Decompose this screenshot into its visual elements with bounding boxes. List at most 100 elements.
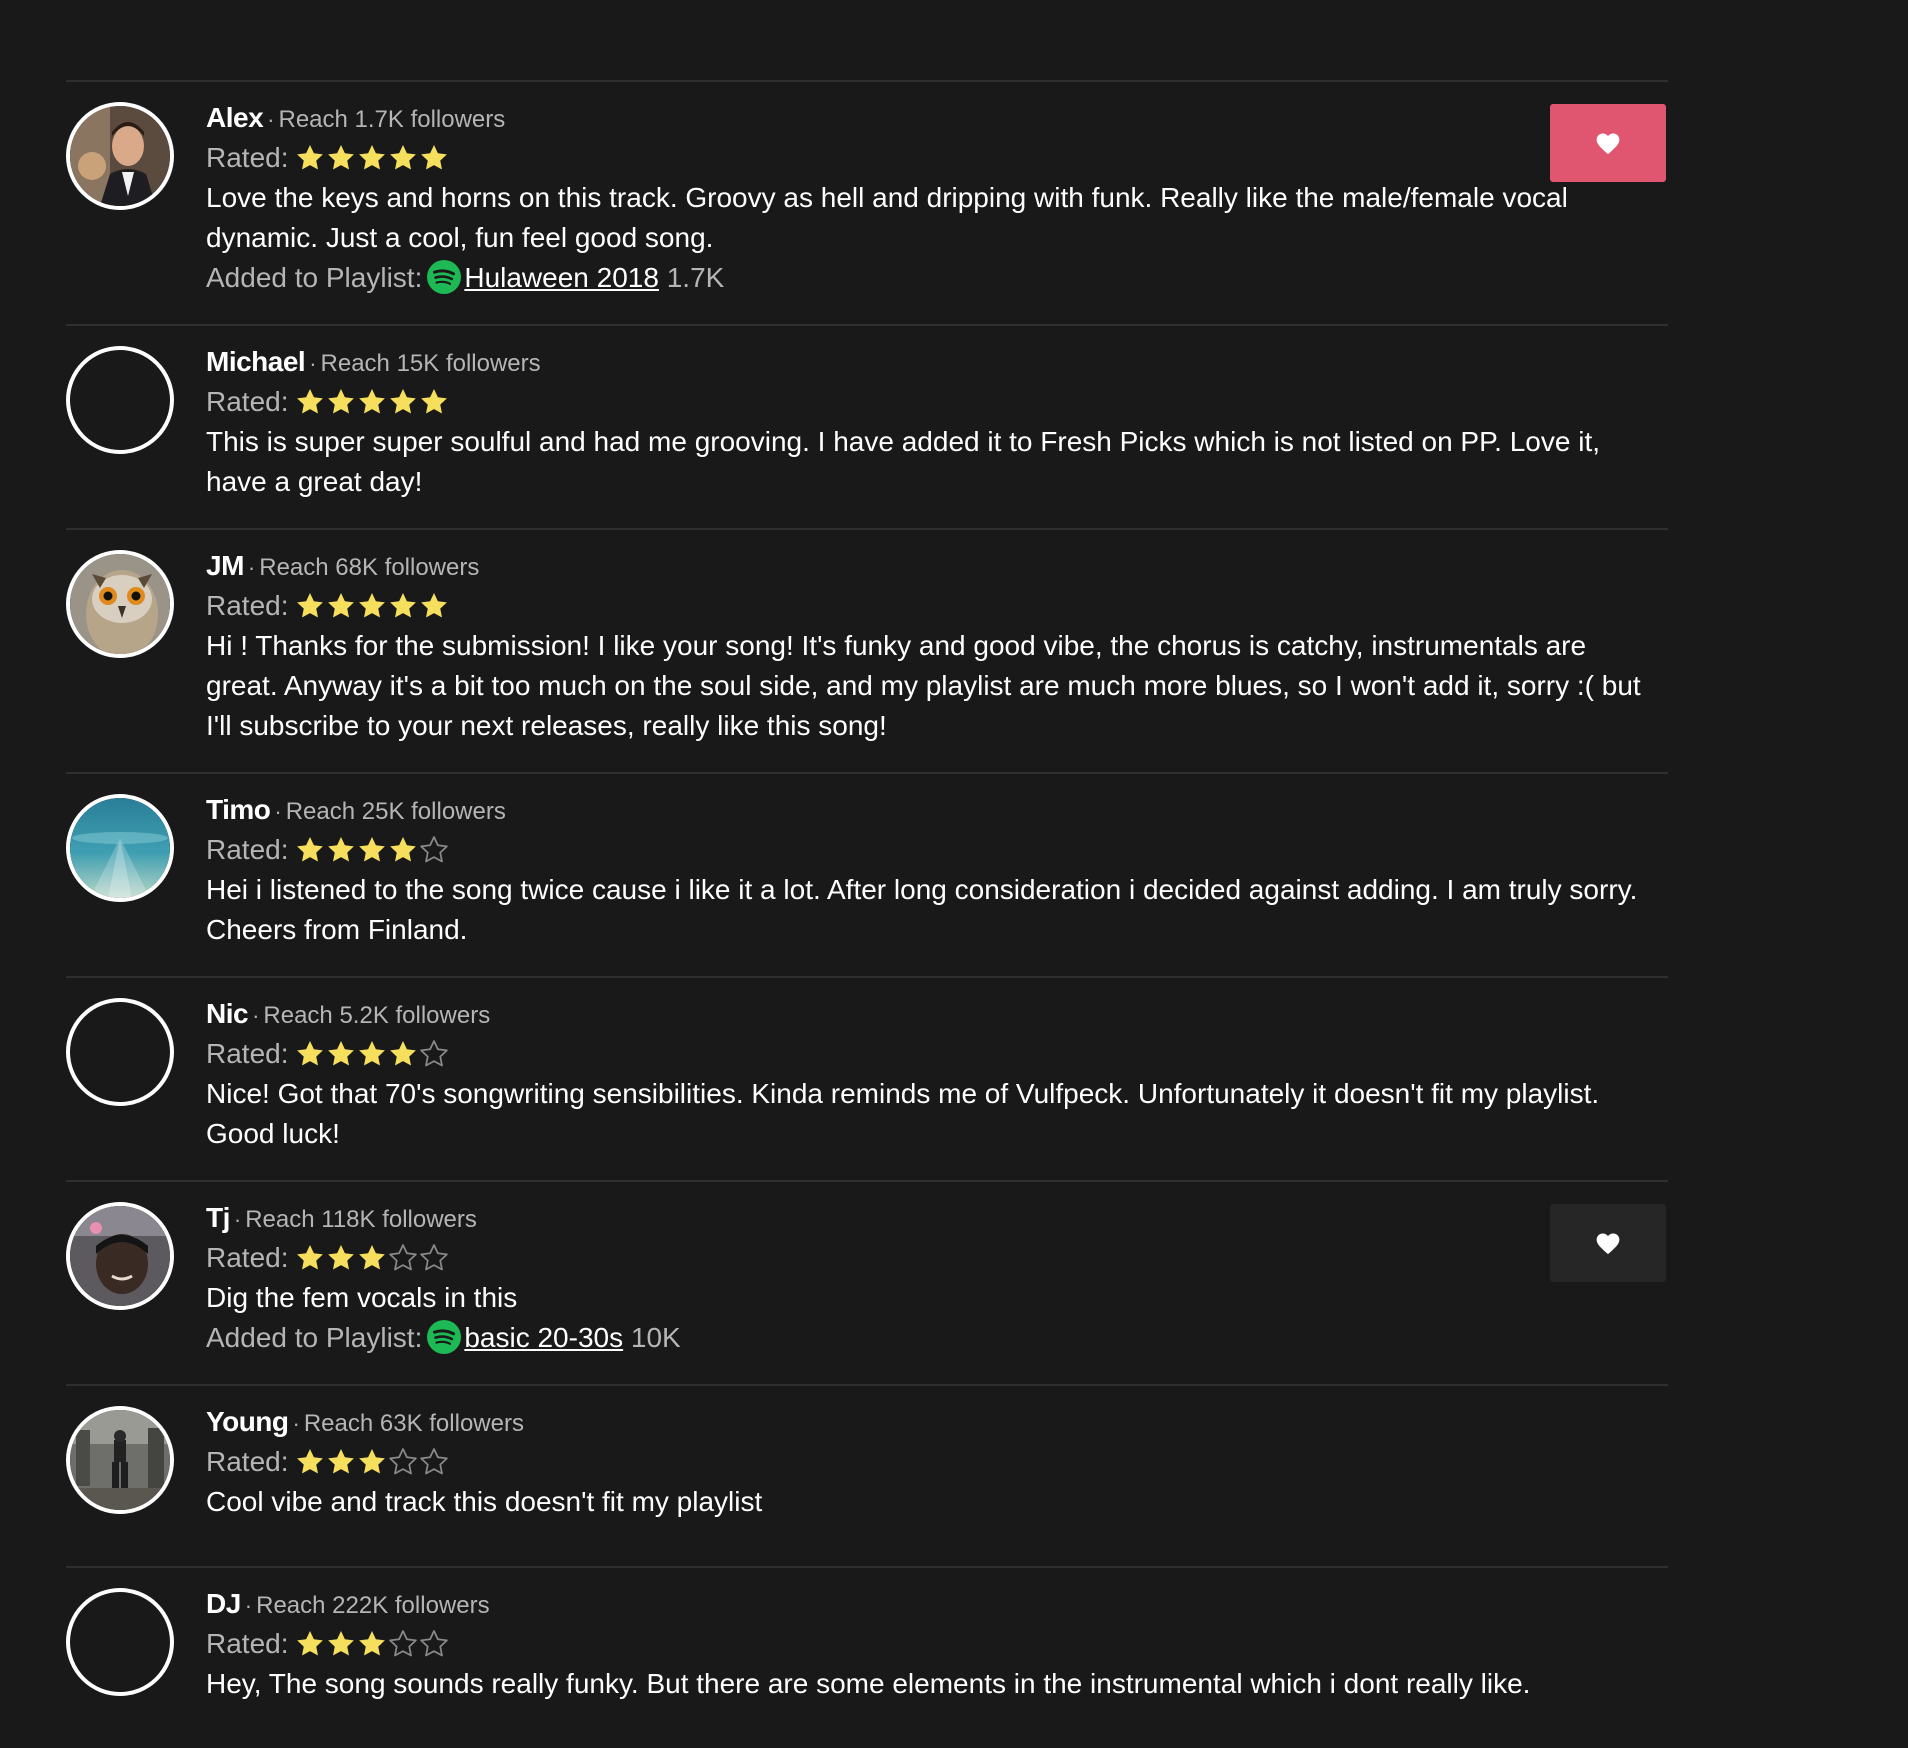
- star-filled-icon: [327, 1631, 354, 1656]
- reach-text: Reach 15K followers: [320, 350, 541, 377]
- avatar[interactable]: [66, 550, 174, 658]
- rated-label: Rated:: [206, 834, 289, 865]
- star-empty-icon: [388, 1630, 417, 1657]
- reach-text: Reach 68K followers: [259, 554, 480, 581]
- star-filled-icon: [420, 593, 447, 618]
- star-filled-icon: [389, 145, 416, 170]
- star-rating: [295, 387, 450, 417]
- avatar-photo-icon: [70, 106, 170, 206]
- reviewer-name[interactable]: Young: [206, 1406, 289, 1437]
- star-rating: [295, 1243, 450, 1273]
- avatar-photo-icon: [70, 798, 170, 898]
- review-item: Alex · Reach 1.7K followers Rated: Love th…: [66, 82, 1668, 326]
- rated-label: Rated:: [206, 386, 289, 417]
- star-filled-icon: [327, 145, 354, 170]
- star-rating: [295, 835, 450, 865]
- star-filled-icon: [327, 593, 354, 618]
- star-empty-icon: [388, 1448, 417, 1475]
- review-item: JM · Reach 68K followers Rated: Hi ! Thank…: [66, 530, 1668, 774]
- reach-text: Reach 222K followers: [256, 1592, 490, 1619]
- star-filled-icon: [327, 1449, 354, 1474]
- star-filled-icon: [389, 837, 416, 862]
- star-filled-icon: [296, 1631, 323, 1656]
- playlist-line: Added to Playlist: Hulaween 2018 1.7K: [206, 258, 1648, 298]
- star-filled-icon: [389, 389, 416, 414]
- avatar[interactable]: [66, 102, 174, 210]
- rated-label: Rated:: [206, 1628, 289, 1659]
- review-item: Nic · Reach 5.2K followers Rated: Nice! Go…: [66, 978, 1668, 1182]
- playlist-line: Added to Playlist: basic 20-30s 10K: [206, 1318, 1648, 1358]
- review-item: Michael · Reach 15K followers Rated: This …: [66, 326, 1668, 530]
- spotify-icon: [426, 259, 462, 295]
- star-filled-icon: [420, 145, 447, 170]
- added-to-playlist-label: Added to Playlist:: [206, 262, 423, 293]
- star-rating: [295, 143, 450, 173]
- reviewer-name[interactable]: Alex: [206, 102, 264, 133]
- star-filled-icon: [358, 1449, 385, 1474]
- reach-text: Reach 5.2K followers: [263, 1002, 491, 1029]
- star-empty-icon: [419, 1630, 448, 1657]
- review-comment: Hi ! Thanks for the submission! I like y…: [206, 630, 1641, 741]
- star-filled-icon: [420, 389, 447, 414]
- star-filled-icon: [327, 1041, 354, 1066]
- avatar-photo-icon: [70, 1410, 170, 1510]
- star-empty-icon: [419, 1040, 448, 1067]
- avatar[interactable]: [66, 1202, 174, 1310]
- playlist-link[interactable]: Hulaween 2018: [464, 262, 659, 293]
- star-empty-icon: [419, 1244, 448, 1271]
- star-filled-icon: [389, 593, 416, 618]
- added-to-playlist-label: Added to Playlist:: [206, 1322, 423, 1353]
- star-rating: [295, 1629, 450, 1659]
- review-list: Alex · Reach 1.7K followers Rated: Love th…: [66, 80, 1668, 1748]
- star-rating: [295, 1447, 450, 1477]
- star-filled-icon: [358, 1041, 385, 1066]
- star-filled-icon: [296, 837, 323, 862]
- rated-label: Rated:: [206, 142, 289, 173]
- star-filled-icon: [327, 389, 354, 414]
- star-filled-icon: [358, 145, 385, 170]
- review-item: Young · Reach 63K followers Rated: Cool vi…: [66, 1386, 1668, 1568]
- playlist-followers: 1.7K: [666, 262, 725, 293]
- reviewer-name[interactable]: Michael: [206, 346, 306, 377]
- avatar-photo-icon: [70, 554, 170, 654]
- star-filled-icon: [327, 837, 354, 862]
- star-filled-icon: [296, 1449, 323, 1474]
- avatar[interactable]: [66, 998, 174, 1106]
- star-filled-icon: [389, 1041, 416, 1066]
- review-comment: Hey, The song sounds really funky. But t…: [206, 1668, 1531, 1699]
- reviewer-name[interactable]: Tj: [206, 1202, 230, 1233]
- star-empty-icon: [419, 836, 448, 863]
- spotify-icon: [426, 1319, 462, 1355]
- star-rating: [295, 591, 450, 621]
- star-filled-icon: [358, 1631, 385, 1656]
- avatar[interactable]: [66, 1588, 174, 1696]
- star-filled-icon: [296, 145, 323, 170]
- star-filled-icon: [296, 389, 323, 414]
- review-comment: Cool vibe and track this doesn't fit my …: [206, 1486, 763, 1517]
- avatar[interactable]: [66, 794, 174, 902]
- rated-label: Rated:: [206, 1446, 289, 1477]
- star-rating: [295, 1039, 450, 1069]
- rated-label: Rated:: [206, 1038, 289, 1069]
- star-filled-icon: [358, 593, 385, 618]
- reach-text: Reach 1.7K followers: [278, 106, 506, 133]
- review-comment: Dig the fem vocals in this: [206, 1282, 518, 1313]
- playlist-followers: 10K: [630, 1322, 681, 1353]
- rated-label: Rated:: [206, 590, 289, 621]
- reviewer-name[interactable]: JM: [206, 550, 244, 581]
- reach-text: Reach 25K followers: [285, 798, 506, 825]
- avatar[interactable]: [66, 1406, 174, 1514]
- avatar[interactable]: [66, 346, 174, 454]
- star-empty-icon: [419, 1448, 448, 1475]
- reviewer-name[interactable]: Timo: [206, 794, 271, 825]
- reach-text: Reach 118K followers: [245, 1206, 477, 1233]
- star-filled-icon: [358, 837, 385, 862]
- reviewer-name[interactable]: DJ: [206, 1588, 241, 1619]
- star-filled-icon: [358, 1245, 385, 1270]
- star-filled-icon: [327, 1245, 354, 1270]
- star-filled-icon: [296, 1041, 323, 1066]
- star-filled-icon: [358, 389, 385, 414]
- reviewer-name[interactable]: Nic: [206, 998, 249, 1029]
- review-comment: Love the keys and horns on this track. G…: [206, 182, 1568, 253]
- playlist-link[interactable]: basic 20-30s: [464, 1322, 623, 1353]
